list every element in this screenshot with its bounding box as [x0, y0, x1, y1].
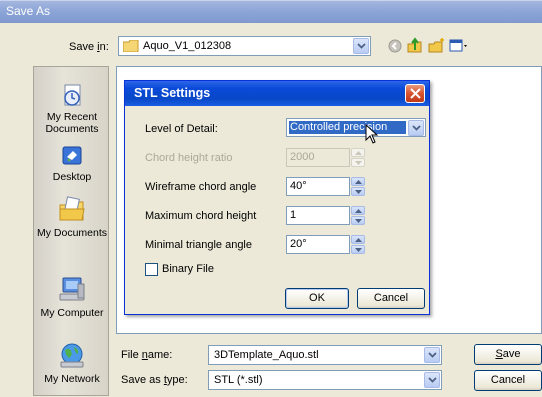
chevron-down-icon [412, 125, 421, 131]
level-of-detail-dropdown[interactable]: Controlled precision [286, 118, 426, 137]
minimal-triangle-angle-spinner[interactable] [351, 235, 365, 254]
wireframe-chord-angle-spinner[interactable] [351, 177, 365, 196]
chevron-down-icon [357, 43, 366, 49]
place-label: Desktop [52, 171, 92, 183]
up-one-level-icon[interactable] [405, 36, 425, 56]
save-button[interactable]: Save [474, 344, 542, 365]
stl-settings-dialog: STL Settings Level of Detail: Controlled… [124, 80, 430, 315]
file-name-input[interactable]: 3DTemplate_Aquo.stl [208, 345, 442, 365]
spin-up-icon [355, 151, 362, 155]
close-icon [410, 88, 421, 99]
wireframe-chord-angle-field[interactable]: 40° [286, 177, 350, 196]
save-as-title-bar[interactable]: Save As [0, 0, 542, 23]
maximum-chord-height-label: Maximum chord height [145, 210, 257, 222]
screen: Save As Save in: Aquo_V1_012308 My Recen… [0, 0, 542, 397]
places-bar: My Recent Documents Desktop My Documents [33, 66, 109, 396]
maximum-chord-height-spinner[interactable] [351, 206, 365, 225]
save-in-label: Save in: [69, 41, 109, 53]
folder-icon [123, 40, 139, 52]
cancel-button[interactable]: Cancel [474, 370, 542, 391]
new-folder-icon[interactable] [427, 36, 447, 56]
minimal-triangle-angle-label: Minimal triangle angle [145, 239, 252, 251]
place-label: My Computer [40, 307, 104, 319]
my-documents-icon [59, 196, 85, 221]
chord-height-ratio-label: Chord height ratio [145, 152, 233, 164]
minimal-triangle-angle-field[interactable]: 20° [286, 235, 350, 254]
my-network-icon [60, 343, 84, 368]
stl-settings-title-bar[interactable]: STL Settings [125, 81, 429, 106]
file-name-label: File name: [121, 349, 173, 361]
place-label: My Recent Documents [45, 111, 99, 135]
my-computer-icon [59, 277, 85, 301]
back-icon[interactable] [385, 36, 405, 56]
spin-down-icon [355, 219, 362, 223]
place-desktop[interactable]: Desktop [34, 143, 110, 183]
place-my-recent-documents[interactable]: My Recent Documents [34, 83, 110, 135]
binary-file-label[interactable]: Binary File [162, 263, 214, 275]
place-my-computer[interactable]: My Computer [34, 275, 110, 319]
maximum-chord-height-field[interactable]: 1 [286, 206, 350, 225]
recent-documents-icon [64, 84, 81, 106]
spin-up-icon [355, 180, 362, 184]
level-of-detail-label: Level of Detail: [145, 123, 218, 135]
mouse-cursor-icon [365, 124, 379, 144]
save-in-value: Aquo_V1_012308 [143, 40, 232, 52]
save-as-type-dropdown[interactable]: STL (*.stl) [208, 370, 442, 390]
save-in-dropdown[interactable]: Aquo_V1_012308 [118, 36, 371, 56]
view-menu-icon[interactable] [448, 36, 468, 56]
binary-file-checkbox[interactable] [145, 263, 158, 276]
spin-down-icon [355, 161, 362, 165]
save-in-dropdown-button[interactable] [353, 38, 369, 54]
save-as-type-value: STL (*.stl) [214, 374, 263, 386]
desktop-icon [62, 146, 82, 165]
save-as-window: Save As Save in: Aquo_V1_012308 My Recen… [0, 0, 542, 397]
chevron-down-icon [428, 352, 437, 358]
save-as-type-dropdown-button[interactable] [424, 372, 440, 388]
file-name-value: 3DTemplate_Aquo.stl [214, 349, 319, 361]
spin-up-icon [355, 238, 362, 242]
close-button[interactable] [405, 84, 425, 103]
file-name-dropdown-button[interactable] [424, 347, 440, 363]
place-label: My Documents [36, 227, 108, 239]
wireframe-chord-angle-label: Wireframe chord angle [145, 181, 257, 193]
dialog-title: STL Settings [134, 86, 211, 100]
place-label: My Network [44, 373, 100, 385]
level-of-detail-dropdown-button[interactable] [408, 120, 424, 136]
place-my-network[interactable]: My Network [34, 341, 110, 385]
save-as-type-label: Save as type: [121, 374, 188, 386]
place-my-documents[interactable]: My Documents [34, 195, 110, 239]
spin-down-icon [355, 248, 362, 252]
level-of-detail-value: Controlled precision [288, 120, 407, 135]
spin-up-icon [355, 209, 362, 213]
spin-down-icon [355, 190, 362, 194]
chord-height-ratio-spinner [351, 148, 365, 167]
chord-height-ratio-field: 2000 [286, 148, 350, 167]
dialog-cancel-button[interactable]: Cancel [357, 288, 425, 309]
window-title: Save As [6, 4, 51, 18]
chevron-down-icon [428, 377, 437, 383]
ok-button[interactable]: OK [285, 288, 349, 309]
